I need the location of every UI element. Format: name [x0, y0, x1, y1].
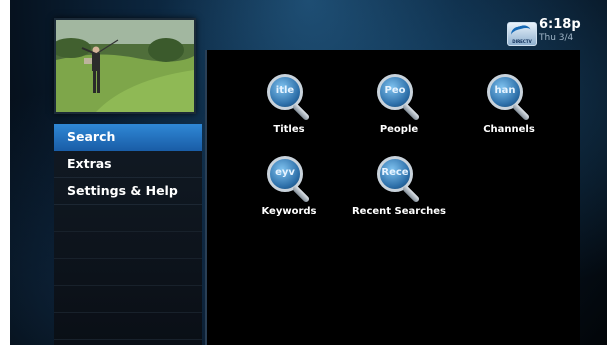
video-preview[interactable] — [54, 18, 196, 114]
menu-empty-row — [54, 313, 202, 340]
menu-empty-row — [54, 286, 202, 313]
golfer-image — [56, 20, 194, 112]
logo-text: DIRECTV — [512, 39, 532, 44]
menu-empty-row — [54, 259, 202, 286]
directv-logo: DIRECTV — [507, 22, 537, 46]
tile-label: Recent Searches — [351, 206, 447, 217]
tile-label: Channels — [483, 124, 535, 135]
tile-label: People — [379, 124, 419, 135]
tile-label: Keywords — [261, 206, 317, 217]
magnifier-icon: Rece — [373, 154, 425, 204]
search-tile-titles[interactable]: itle Titles — [234, 72, 344, 135]
side-menu: Search Extras Settings & Help — [54, 124, 202, 345]
magnifier-icon: han — [483, 72, 535, 122]
magnifier-icon: eyv — [263, 154, 315, 204]
search-tile-recent-searches[interactable]: Rece Recent Searches — [344, 154, 454, 217]
search-tile-channels[interactable]: han Channels — [454, 72, 564, 135]
menu-item-extras[interactable]: Extras — [54, 151, 202, 178]
tile-label: Titles — [273, 124, 305, 135]
magnifier-icon: Peo — [373, 72, 425, 122]
menu-empty-row — [54, 232, 202, 259]
menu-item-settings-help[interactable]: Settings & Help — [54, 178, 202, 205]
menu-empty-row — [54, 205, 202, 232]
magnifier-icon: itle — [263, 72, 315, 122]
search-panel: itle Titles Peo People han Channels eyv — [205, 50, 580, 345]
clock-time: 6:18p — [539, 17, 581, 32]
search-tile-people[interactable]: Peo People — [344, 72, 454, 135]
tv-screen: DIRECTV 6:18p Thu 3/4 Search Extras Sett… — [10, 0, 607, 345]
menu-item-search[interactable]: Search — [54, 124, 202, 151]
clock-date: Thu 3/4 — [539, 33, 574, 43]
search-tile-keywords[interactable]: eyv Keywords — [234, 154, 344, 217]
